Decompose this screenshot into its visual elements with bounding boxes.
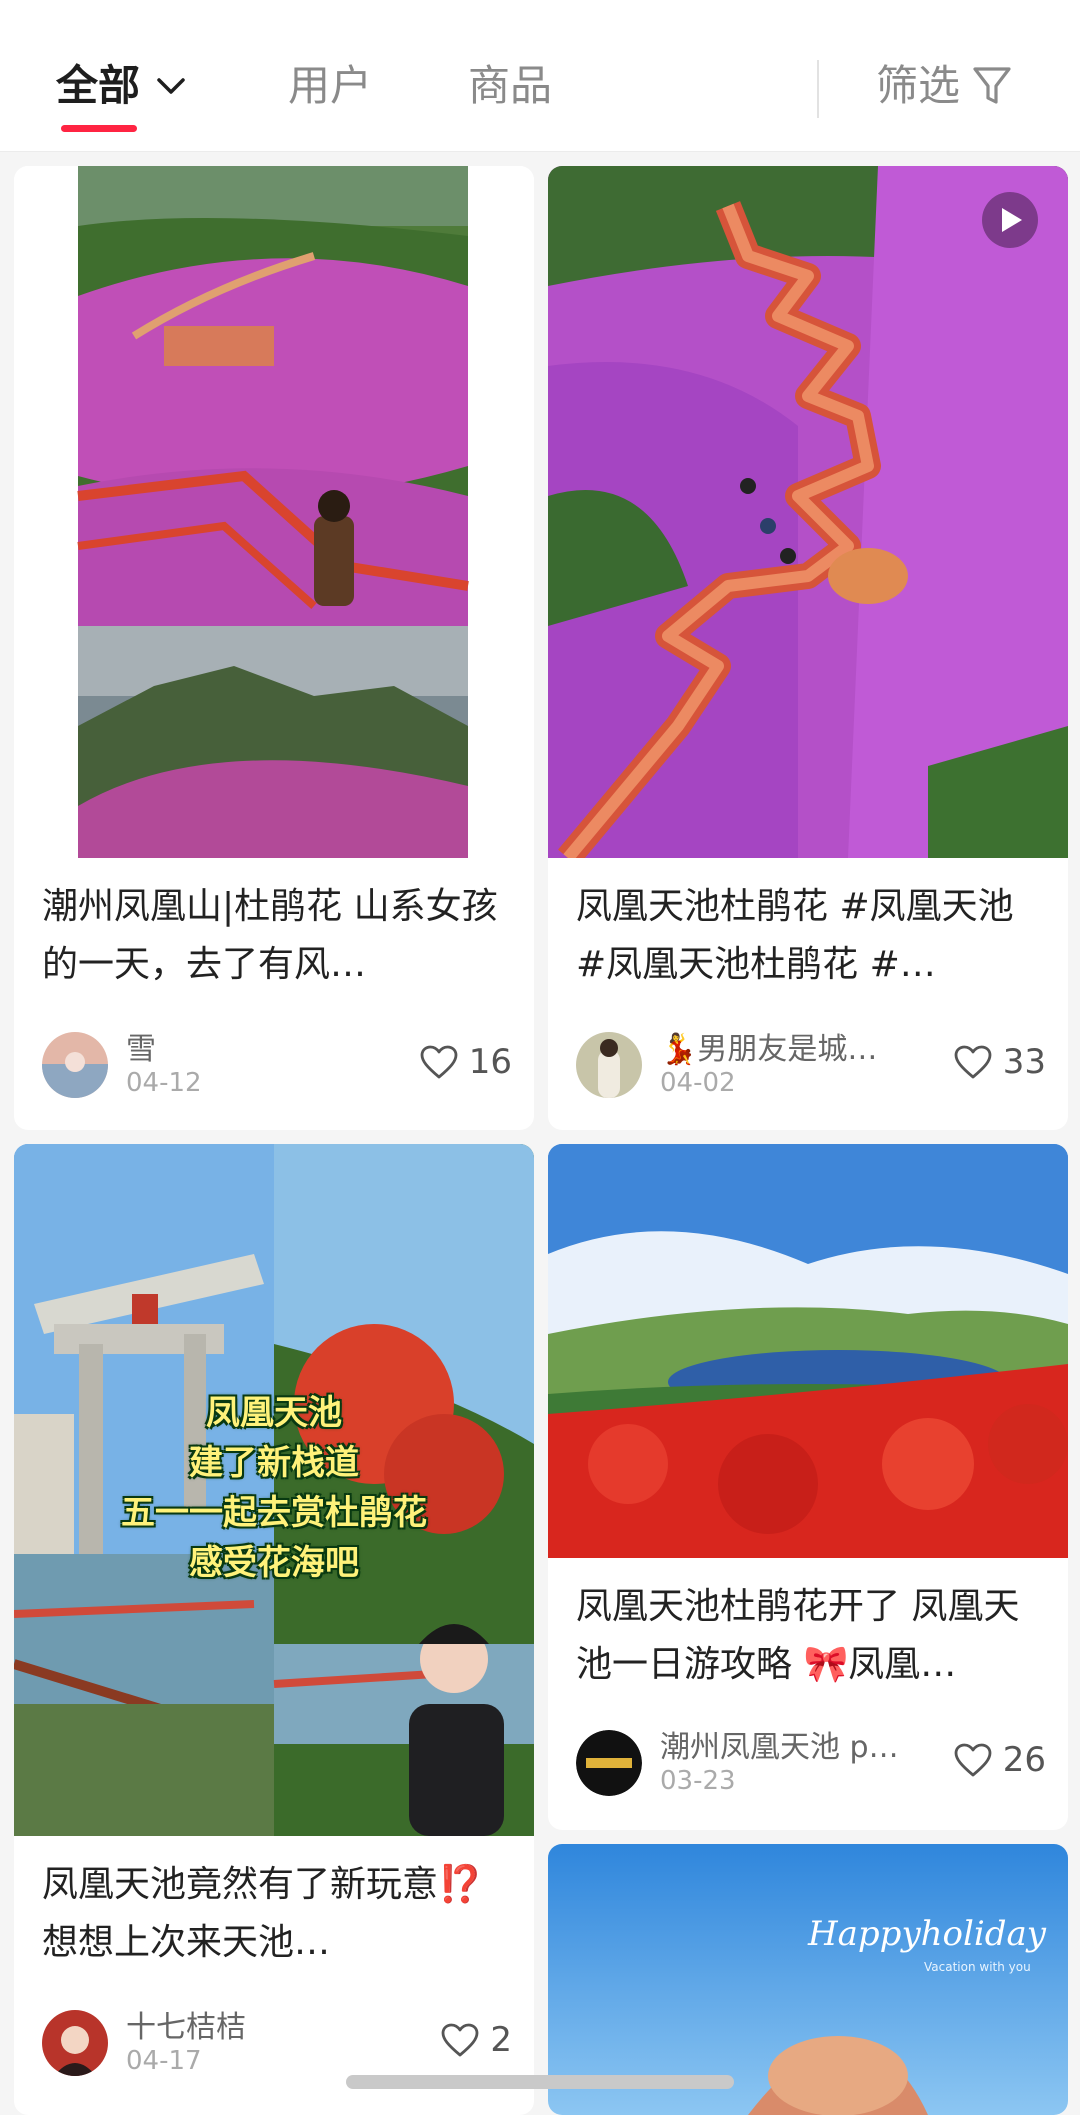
note-title[interactable]: 凤凰天池杜鹃花开了 凤凰天池一日游攻略 🎀凤凰… — [576, 1578, 1046, 1694]
note-title[interactable]: 凤凰天池竟然有了新玩意⁉️ 想想上次来天池… — [42, 1856, 512, 1972]
filter-button[interactable]: 筛选 — [876, 58, 1012, 114]
heart-icon — [420, 1045, 458, 1079]
author-name[interactable]: 潮州凤凰天池 p… — [660, 1722, 910, 1766]
like-button[interactable]: 2 — [440, 2020, 512, 2060]
author-emoji: 💃 — [660, 1032, 698, 1067]
avatar[interactable] — [42, 2010, 108, 2076]
author-name[interactable]: 雪 — [126, 1024, 376, 1068]
post-date: 04-17 — [126, 2046, 202, 2076]
like-button[interactable]: 33 — [953, 1042, 1046, 1082]
author-name[interactable]: 💃男朋友是城… — [660, 1024, 920, 1068]
note-title[interactable]: 凤凰天池杜鹃花 #凤凰天池 #凤凰天池杜鹃花 #… — [576, 878, 1046, 994]
like-count: 2 — [490, 2020, 512, 2060]
tab-users[interactable]: 用户 — [288, 58, 372, 114]
like-button[interactable]: 26 — [953, 1740, 1046, 1780]
filter-label: 筛选 — [876, 61, 961, 110]
heart-icon — [954, 1743, 992, 1777]
cover-overlay-line: 凤凰天池 — [206, 1393, 342, 1433]
chevron-down-icon — [157, 78, 185, 94]
note-card[interactable]: 潮州凤凰山|杜鹃花 山系女孩的一天，去了有风… 雪 04-12 16 — [14, 166, 534, 1130]
home-indicator[interactable] — [346, 2075, 734, 2089]
avatar[interactable] — [576, 1730, 642, 1796]
author-name-text: 男朋友是城… — [697, 1032, 878, 1067]
post-date: 04-12 — [126, 1068, 202, 1098]
note-cover-image[interactable] — [548, 166, 1068, 858]
note-cover-image[interactable] — [14, 166, 534, 858]
avatar[interactable] — [576, 1032, 642, 1098]
heart-icon — [954, 1045, 992, 1079]
tab-divider — [817, 60, 819, 118]
note-cover-image[interactable]: 凤凰天池 建了新栈道 五一一起去赏杜鹃花 感受花海吧 — [14, 1144, 534, 1836]
filter-tab-bar: 全部 用户 商品 筛选 — [0, 0, 1080, 152]
like-count: 33 — [1002, 1042, 1046, 1082]
heart-icon — [441, 2023, 479, 2057]
author-name[interactable]: 十七桔桔 — [126, 2002, 376, 2046]
like-button[interactable]: 16 — [419, 1042, 512, 1082]
cover-overlay-line: 感受花海吧 — [189, 1543, 359, 1583]
tab-goods[interactable]: 商品 — [468, 58, 552, 114]
tab-all-label: 全部 — [56, 61, 141, 110]
active-tab-indicator — [61, 125, 137, 132]
like-count: 16 — [468, 1042, 512, 1082]
note-cover-image[interactable] — [548, 1144, 1068, 1558]
like-count: 26 — [1002, 1740, 1046, 1780]
filter-funnel-icon — [973, 67, 1011, 104]
note-title[interactable]: 潮州凤凰山|杜鹃花 山系女孩的一天，去了有风… — [42, 878, 512, 994]
cover-caption: Happyholiday — [808, 1914, 1047, 1954]
note-card[interactable]: 凤凰天池杜鹃花 #凤凰天池 #凤凰天池杜鹃花 #… 💃男朋友是城… 04-02 … — [548, 166, 1068, 1130]
note-card[interactable]: 凤凰天池杜鹃花开了 凤凰天池一日游攻略 🎀凤凰… 潮州凤凰天池 p… 03-23… — [548, 1144, 1068, 1830]
cover-overlay-line: 五一一起去赏杜鹃花 — [121, 1493, 427, 1533]
tab-all[interactable]: 全部 — [56, 58, 186, 114]
avatar[interactable] — [42, 1032, 108, 1098]
post-date: 03-23 — [660, 1766, 736, 1796]
cover-subcaption: Vacation with you — [924, 1960, 1031, 1974]
post-date: 04-02 — [660, 1068, 736, 1098]
cover-overlay-line: 建了新栈道 — [189, 1443, 359, 1483]
note-card[interactable]: 凤凰天池 建了新栈道 五一一起去赏杜鹃花 感受花海吧 凤凰天池竟然有了新玩意⁉️… — [14, 1144, 534, 2115]
